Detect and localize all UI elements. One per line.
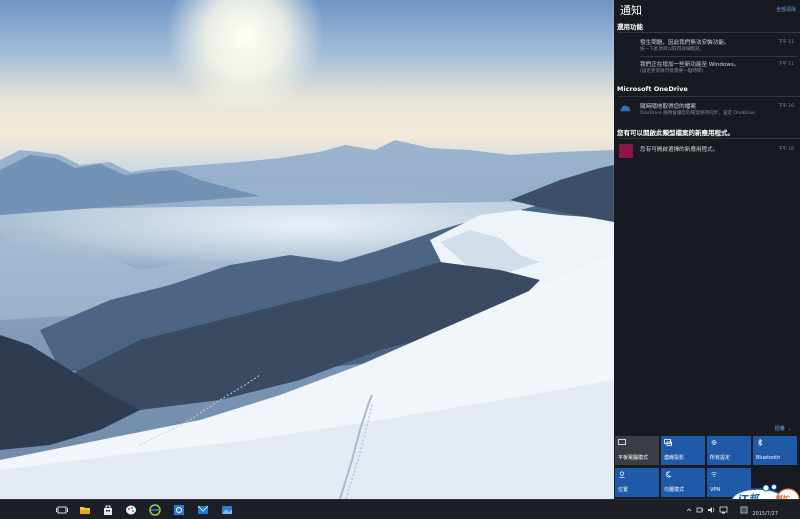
quick-action-quiet-hours[interactable]: 勿擾模式 [661, 468, 705, 497]
notification-divider [640, 56, 798, 57]
quick-action-bluetooth[interactable]: Bluetooth [753, 436, 797, 465]
quick-action-tablet-mode[interactable]: 平板電腦模式 [615, 436, 659, 465]
notification-title: 隨時隨地取得您的檔案 [640, 104, 696, 110]
collapse-button[interactable]: 摺疊 ⌄ [775, 425, 792, 432]
app-tile-icon [619, 144, 633, 158]
quick-action-label: 所有設定 [710, 455, 731, 461]
quick-action-label: 勿擾模式 [664, 487, 685, 493]
notification-time: 下午 11 [778, 62, 794, 67]
edge-icon[interactable] [148, 503, 162, 517]
clear-all-link[interactable]: 全部清除 [776, 6, 796, 13]
desktop-wallpaper [0, 0, 614, 499]
collapse-label: 摺疊 [774, 426, 785, 432]
notification-item[interactable]: 隨時隨地取得您的檔案 OneDrive 隨時會讓您的檔案保持同步，設定 OneD… [614, 100, 798, 120]
group-title-onedrive[interactable]: Microsoft OneDrive [617, 85, 688, 93]
quick-action-label: 平板電腦模式 [618, 455, 649, 461]
group-divider [618, 138, 800, 139]
notification-title: 發生問題，因此我們無法安裝功能。 [640, 40, 730, 46]
project-icon [664, 439, 672, 446]
action-center-header: 通知 全部清除 [618, 2, 796, 18]
tablet-mode-icon [618, 439, 626, 445]
notification-item[interactable]: 我們正在增加一些新功能至 Windows。 (設定更新後可能需要一點時間) 下午… [614, 58, 798, 78]
notification-body: (設定更新後可能需要一點時間) [640, 69, 704, 74]
paint-icon[interactable] [124, 503, 138, 517]
notification-item[interactable]: 您有可開啟選擇的新應用程式。 下午 10 [614, 143, 798, 163]
quiet-hours-icon [665, 471, 672, 478]
notification-body: OneDrive 隨時會讓您的檔案保持同步，設定 OneDrive [640, 111, 756, 116]
notification-title: 您有可開啟選擇的新應用程式。 [640, 147, 719, 153]
notification-body: 按一下此項目以取得詳細資訊。 [640, 47, 705, 52]
notification-time: 下午 11 [778, 40, 794, 45]
quick-action-label: 位置 [618, 487, 629, 493]
location-icon [619, 471, 625, 478]
bluetooth-icon [758, 439, 763, 446]
photos-icon[interactable] [220, 503, 234, 517]
store-icon[interactable] [101, 503, 115, 517]
quick-action-location[interactable]: 位置 [615, 468, 659, 497]
quick-action-label: VPN [710, 487, 721, 493]
file-explorer-icon[interactable] [78, 503, 92, 517]
group-title-optional-features[interactable]: 選用功能 [617, 21, 643, 31]
action-center-icon[interactable] [740, 505, 748, 515]
quick-action-label: Bluetooth [756, 455, 781, 461]
quick-action-label: 連線投影 [664, 455, 685, 461]
group-divider [618, 32, 800, 33]
settings-icon [711, 440, 717, 445]
task-view-icon[interactable] [55, 503, 69, 517]
notification-item[interactable]: 發生問題，因此我們無法安裝功能。 按一下此項目以取得詳細資訊。 下午 11 [614, 36, 798, 56]
network-icon[interactable] [719, 505, 728, 515]
group-title-new-apps[interactable]: 您有可以開啟此類型檔案的新應用程式。 [617, 127, 734, 137]
power-icon[interactable] [696, 505, 704, 515]
onedrive-cloud-icon [620, 105, 631, 112]
notification-time: 下午 10 [778, 147, 794, 152]
volume-icon[interactable] [707, 505, 716, 515]
group-divider [618, 96, 800, 97]
mountain-landscape [0, 140, 614, 499]
show-hidden-icon[interactable] [686, 505, 692, 515]
app-icon[interactable] [172, 503, 186, 517]
notification-time: 下午 10 [778, 104, 794, 109]
action-center-title: 通知 [620, 4, 642, 17]
quick-action-all-settings[interactable]: 所有設定 [707, 436, 751, 465]
mail-icon[interactable] [196, 503, 210, 517]
chevron-down-icon: ⌄ [787, 426, 792, 432]
action-center-panel: 通知 全部清除 選用功能 發生問題，因此我們無法安裝功能。 按一下此項目以取得詳… [614, 0, 800, 499]
notification-title: 我們正在增加一些新功能至 Windows。 [640, 62, 740, 68]
vpn-icon [711, 471, 717, 477]
quick-action-project[interactable]: 連線投影 [661, 436, 705, 465]
taskbar-date[interactable]: 2015/7/27 [752, 511, 778, 517]
taskbar: 2015/7/27 [0, 499, 800, 519]
